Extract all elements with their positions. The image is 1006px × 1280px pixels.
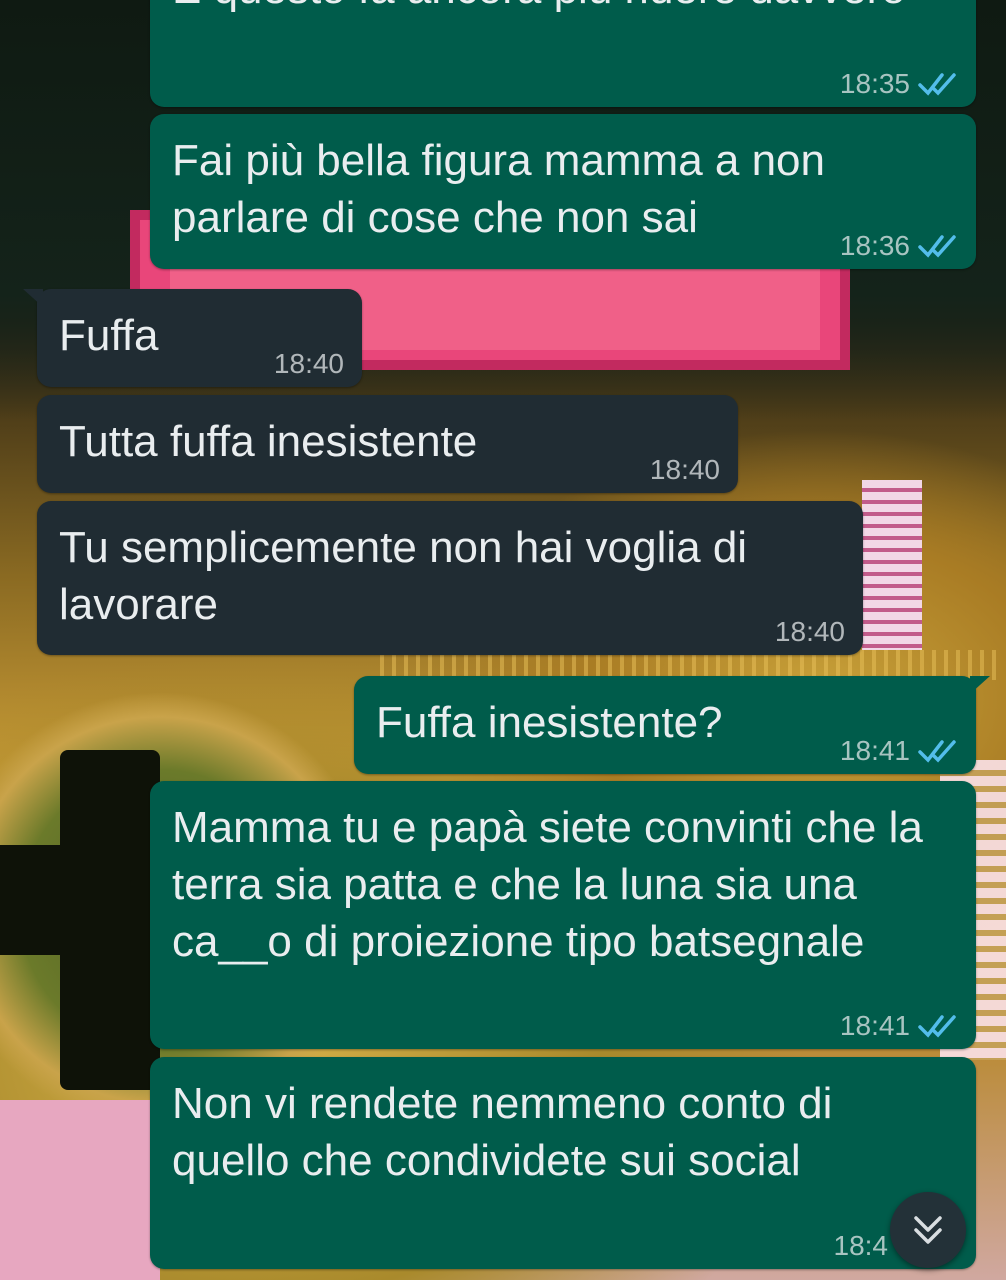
message-time: 18:41 bbox=[839, 1010, 910, 1041]
bubble-tail bbox=[970, 676, 990, 694]
scroll-to-bottom-button[interactable] bbox=[890, 1192, 966, 1268]
message-time: 18:35 bbox=[839, 68, 910, 99]
message-text: E questo fa ancora più ridere davvero bbox=[172, 0, 954, 17]
message-time: 18:41 bbox=[839, 735, 910, 766]
message-time: 18:40 bbox=[774, 616, 845, 647]
double-check-icon bbox=[918, 1015, 956, 1038]
message-bubble-outgoing[interactable]: Mamma tu e papà siete convinti che la te… bbox=[150, 781, 976, 1049]
message-meta: 18:40 bbox=[775, 617, 845, 647]
message-text: Mamma tu e papà siete convinti che la te… bbox=[172, 803, 936, 966]
message-text: Tu semplicemente non hai voglia di lavor… bbox=[59, 523, 760, 629]
message-meta: 18:36 bbox=[840, 231, 958, 261]
bubble-tail bbox=[23, 289, 43, 307]
chevron-double-down-icon bbox=[914, 1216, 942, 1244]
message-meta: 18:40 bbox=[274, 349, 344, 379]
message-meta: 18:35 bbox=[840, 69, 958, 99]
message-bubble-outgoing[interactable]: Fuffa inesistente? 18:41 bbox=[354, 676, 990, 774]
message-time: 18:36 bbox=[839, 230, 910, 261]
message-list[interactable]: E questo fa ancora più ridere davvero 18… bbox=[0, 0, 1006, 1280]
message-meta: 18:41 bbox=[840, 1011, 958, 1041]
message-bubble-outgoing[interactable]: E questo fa ancora più ridere davvero 18… bbox=[150, 0, 976, 107]
double-check-icon bbox=[918, 235, 956, 258]
message-text: Non vi rendete nemmeno conto di quello c… bbox=[172, 1079, 845, 1185]
message-bubble-incoming[interactable]: Tu semplicemente non hai voglia di lavor… bbox=[37, 501, 863, 655]
double-check-icon bbox=[918, 740, 956, 763]
message-time: 18:40 bbox=[273, 348, 344, 379]
message-text: Fai più bella figura mamma a non parlare… bbox=[172, 136, 838, 242]
message-time: 18:4 bbox=[833, 1230, 889, 1261]
double-check-icon bbox=[918, 73, 956, 96]
message-meta: 18:41 bbox=[840, 736, 958, 766]
message-meta: 18:4 bbox=[834, 1231, 889, 1261]
message-bubble-outgoing[interactable]: Non vi rendete nemmeno conto di quello c… bbox=[150, 1057, 976, 1269]
message-bubble-incoming[interactable]: Fuffa 18:40 bbox=[23, 289, 362, 387]
message-text: Tutta fuffa inesistente bbox=[59, 417, 478, 466]
message-bubble-outgoing[interactable]: Fai più bella figura mamma a non parlare… bbox=[150, 114, 976, 269]
message-meta: 18:40 bbox=[650, 455, 720, 485]
message-time: 18:40 bbox=[649, 454, 720, 485]
message-bubble-incoming[interactable]: Tutta fuffa inesistente 18:40 bbox=[37, 395, 738, 493]
